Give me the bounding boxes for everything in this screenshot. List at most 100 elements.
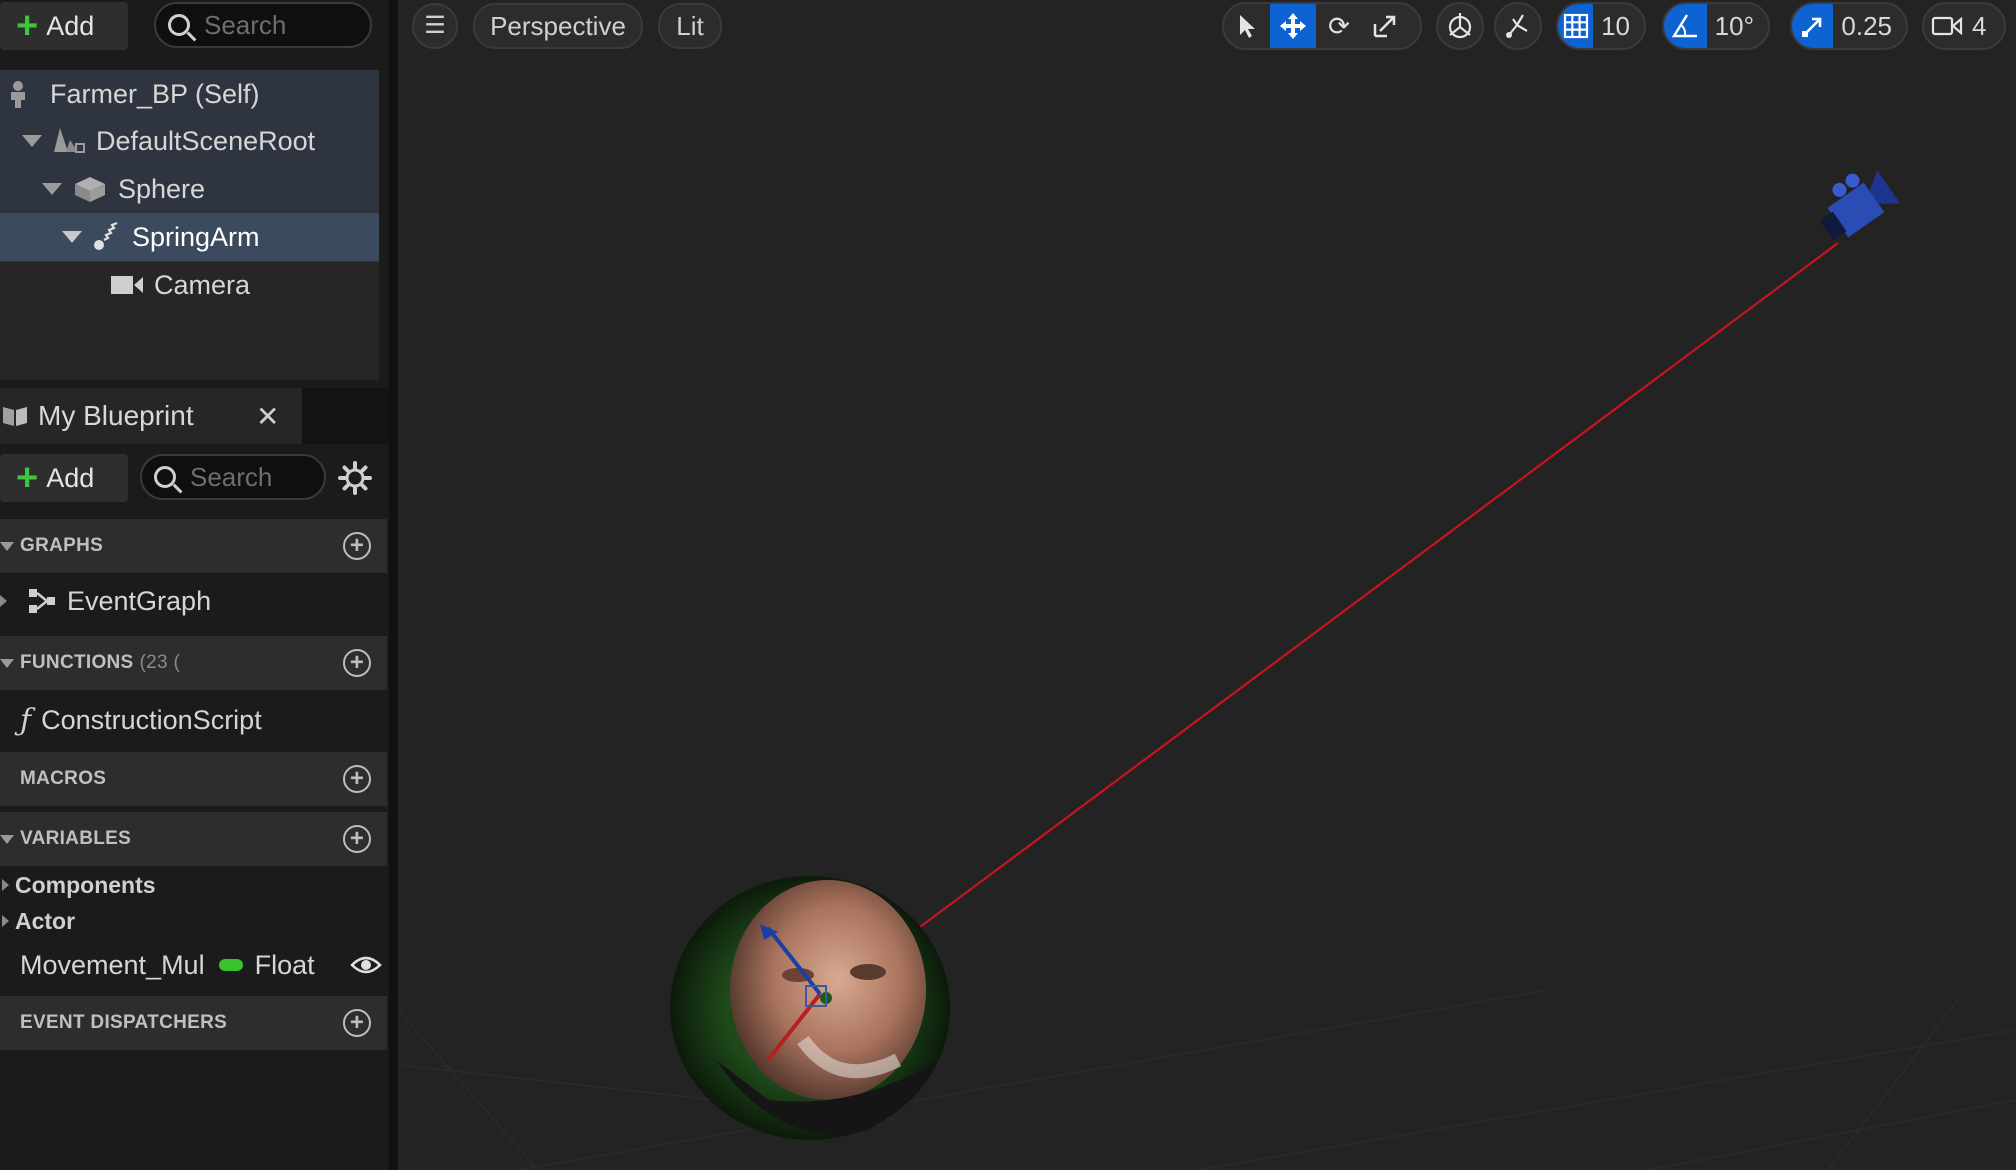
floor-grid [398,989,2016,1170]
select-tool-button[interactable] [1224,4,1270,48]
components-add-button[interactable]: + Add [0,2,128,50]
add-function-icon[interactable]: + [343,649,371,677]
section-functions[interactable]: FUNCTIONS (23 ( + [0,636,387,690]
collapse-arrow-icon [22,135,42,147]
lighting-mode-label: Lit [676,10,704,41]
viewport-options-button[interactable]: ☰ [412,3,458,49]
variable-type[interactable]: Float [255,950,315,981]
grid-snap-toggle[interactable] [1558,4,1594,48]
event-graph-label: EventGraph [67,585,212,616]
collapse-arrow-icon [0,541,14,551]
scale-snap-toggle[interactable] [1792,4,1834,48]
actor-icon [11,81,25,108]
tree-item-label: Farmer_BP (Self) [50,78,260,109]
blueprint-search-input[interactable]: Search [140,454,326,500]
view-mode-button[interactable]: Perspective [473,3,643,49]
grid-icon [1563,13,1588,39]
view-mode-label: Perspective [490,10,626,41]
variable-movement-mul[interactable]: Movement_Mul Float [20,937,387,993]
world-space-icon [1448,13,1472,39]
my-blueprint-tab-title: My Blueprint [38,400,194,431]
variable-category-actor[interactable]: Actor [2,903,382,939]
search-icon [168,14,190,36]
collapse-arrow-icon [62,231,82,243]
tree-item-farmer-bp[interactable]: Farmer_BP (Self) [0,70,379,118]
tree-item-sphere[interactable]: Sphere [42,165,379,213]
lighting-mode-button[interactable]: Lit [658,3,722,49]
move-icon [1280,13,1306,39]
section-graphs[interactable]: GRAPHS + [0,519,387,573]
rotation-snap-group[interactable]: 10° [1662,2,1770,50]
grid-snap-value[interactable]: 10 [1593,11,1644,42]
grid-snap-group[interactable]: 10 [1556,2,1646,50]
blueprint-add-label: Add [46,462,95,493]
scale-snap-icon [1801,17,1821,37]
blueprint-add-button[interactable]: + Add [0,454,128,502]
section-functions-label: FUNCTIONS [20,652,134,673]
spring-arm-line [919,242,1839,928]
section-event-dispatchers[interactable]: EVENT DISPATCHERS + [0,996,387,1050]
variable-category-label: Actor [15,907,76,934]
variable-category-components[interactable]: Components [2,867,382,903]
camera-gizmo [1819,170,1901,241]
section-macros[interactable]: MACROS + [0,752,387,806]
construction-script-label: ConstructionScript [41,704,262,735]
video-camera-icon [1931,16,1963,36]
section-macros-label: MACROS [20,768,107,789]
scale-snap-value[interactable]: 0.25 [1833,11,1906,42]
tree-item-label: Camera [154,269,251,300]
camera-speed-group[interactable]: 4 [1922,2,2006,50]
camera-icon [111,276,143,294]
coordinate-space-button[interactable] [1436,2,1484,50]
float-type-pill-icon [218,959,243,971]
event-graph-icon [29,589,55,613]
add-macro-icon[interactable]: + [343,765,371,793]
cursor-icon [1240,15,1255,38]
scale-snap-group[interactable]: 0.25 [1790,2,1908,50]
rotation-snap-value[interactable]: 10° [1707,11,1768,42]
viewport[interactable] [398,0,2016,1170]
collapse-arrow-icon [0,658,14,668]
plus-icon: + [16,457,39,499]
menu-icon: ☰ [424,12,446,39]
list-item-construction-script[interactable]: ƒ ConstructionScript [0,692,387,748]
rotate-tool-button[interactable]: ⟳ [1316,4,1362,48]
add-variable-icon[interactable]: + [343,825,371,853]
rotation-snap-toggle[interactable] [1664,4,1707,48]
scale-tool-button[interactable] [1362,4,1408,48]
components-add-label: Add [46,10,95,41]
book-icon [3,407,27,426]
spring-arm-icon [94,222,118,250]
eye-icon[interactable] [350,954,382,976]
section-graphs-label: GRAPHS [20,535,104,556]
camera-speed-button[interactable] [1924,4,1970,48]
translate-tool-button[interactable] [1270,4,1316,48]
panel-splitter[interactable] [389,0,398,1170]
list-item-event-graph[interactable]: EventGraph [0,573,387,629]
expand-arrow-icon [2,879,9,891]
tree-item-label: Sphere [118,173,206,204]
camera-speed-value[interactable]: 4 [1970,11,2000,42]
my-blueprint-tab[interactable]: My Blueprint ✕ [0,388,302,444]
section-variables[interactable]: VARIABLES + [0,812,387,866]
plus-icon: + [16,5,39,47]
tree-item-spring-arm[interactable]: SpringArm [0,213,379,261]
add-event-dispatcher-icon[interactable]: + [343,1009,371,1037]
surface-snap-icon [1506,14,1528,38]
close-icon[interactable]: ✕ [256,400,279,433]
components-search-placeholder: Search [204,9,287,40]
tree-item-label: SpringArm [132,221,260,252]
section-variables-label: VARIABLES [20,828,132,849]
collapse-arrow-icon [42,183,62,195]
scale-icon [1373,15,1396,38]
transform-tools-group: ⟳ [1222,2,1422,50]
section-event-dispatchers-label: EVENT DISPATCHERS [20,1012,228,1033]
add-graph-icon[interactable]: + [343,532,371,560]
surface-snapping-button[interactable] [1494,2,1542,50]
tree-item-camera[interactable]: Camera [110,261,379,309]
expand-arrow-icon [2,915,9,927]
tree-item-default-scene-root[interactable]: DefaultSceneRoot [22,117,379,165]
static-mesh-icon [75,177,105,202]
components-search-input[interactable]: Search [154,2,372,48]
gear-icon[interactable] [337,460,373,496]
